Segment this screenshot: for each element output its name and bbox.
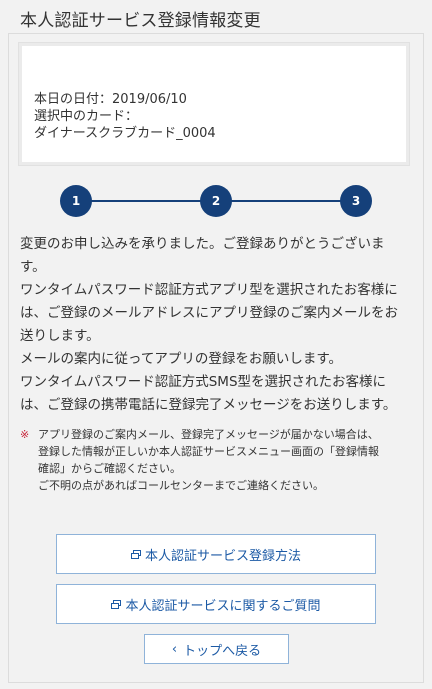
message-line: メールの案内に従ってアプリの登録をお願いします。 xyxy=(20,351,342,367)
new-window-icon xyxy=(111,599,122,609)
notice-mark: ※ xyxy=(20,428,30,441)
notice-line: 確認」からご確認ください。 xyxy=(38,462,181,475)
notice-line: アプリ登録のご案内メール、登録完了メッセージが届かない場合は、 xyxy=(38,428,379,441)
registration-method-label: 本人認証サービス登録方法 xyxy=(144,548,301,564)
completion-message: 変更のお申し込みを承りました。ご登録ありがとうございま す。 ワンタイムパスワー… xyxy=(20,233,415,417)
message-line: 送りします。 xyxy=(20,328,100,344)
step-1: 1 xyxy=(60,185,92,217)
progress-steps: 1 2 3 xyxy=(60,185,372,217)
chevron-left-icon: ‹ xyxy=(171,641,178,657)
message-line: は、ご登録のメールアドレスにアプリ登録のご案内メールをお xyxy=(20,305,398,321)
step-3: 3 xyxy=(340,185,372,217)
selected-card-label: 選択中のカード： xyxy=(34,109,139,124)
notice-line: ご不明の点があればコールセンターまでご連絡ください。 xyxy=(38,479,324,492)
back-to-top-label: トップへ戻る xyxy=(183,643,262,659)
message-line: す。 xyxy=(20,259,46,275)
message-line: ワンタイムパスワード認証方式SMS型を選択されたお客様に xyxy=(20,374,387,390)
faq-label: 本人認証サービスに関するご質問 xyxy=(125,598,321,614)
faq-button[interactable]: 本人認証サービスに関するご質問 xyxy=(56,584,376,624)
new-window-icon xyxy=(130,549,142,559)
message-line: ワンタイムパスワード認証方式アプリ型を選択されたお客様に xyxy=(20,282,398,298)
back-to-top-button[interactable]: ‹ トップへ戻る xyxy=(144,634,289,664)
selected-card-name: ダイナースクラブカード_0004 xyxy=(34,126,216,141)
notice-line: 登録した情報が正しいか本人認証サービスメニュー画面の「登録情報 xyxy=(38,445,379,458)
message-line: は、ご登録の携帯電話に登録完了メッセージをお送りします。 xyxy=(20,397,397,413)
date-text: 本日の日付：2019/06/10 xyxy=(34,92,187,107)
info-card: 本日の日付：2019/06/10 選択中のカード： ダイナースクラブカード_00… xyxy=(18,42,410,166)
registration-method-button[interactable]: 本人認証サービス登録方法 xyxy=(56,534,376,574)
page-title: 本人認証サービス登録情報変更 xyxy=(20,11,261,31)
step-2: 2 xyxy=(200,185,232,217)
message-line: 変更のお申し込みを承りました。ご登録ありがとうございま xyxy=(20,236,385,252)
